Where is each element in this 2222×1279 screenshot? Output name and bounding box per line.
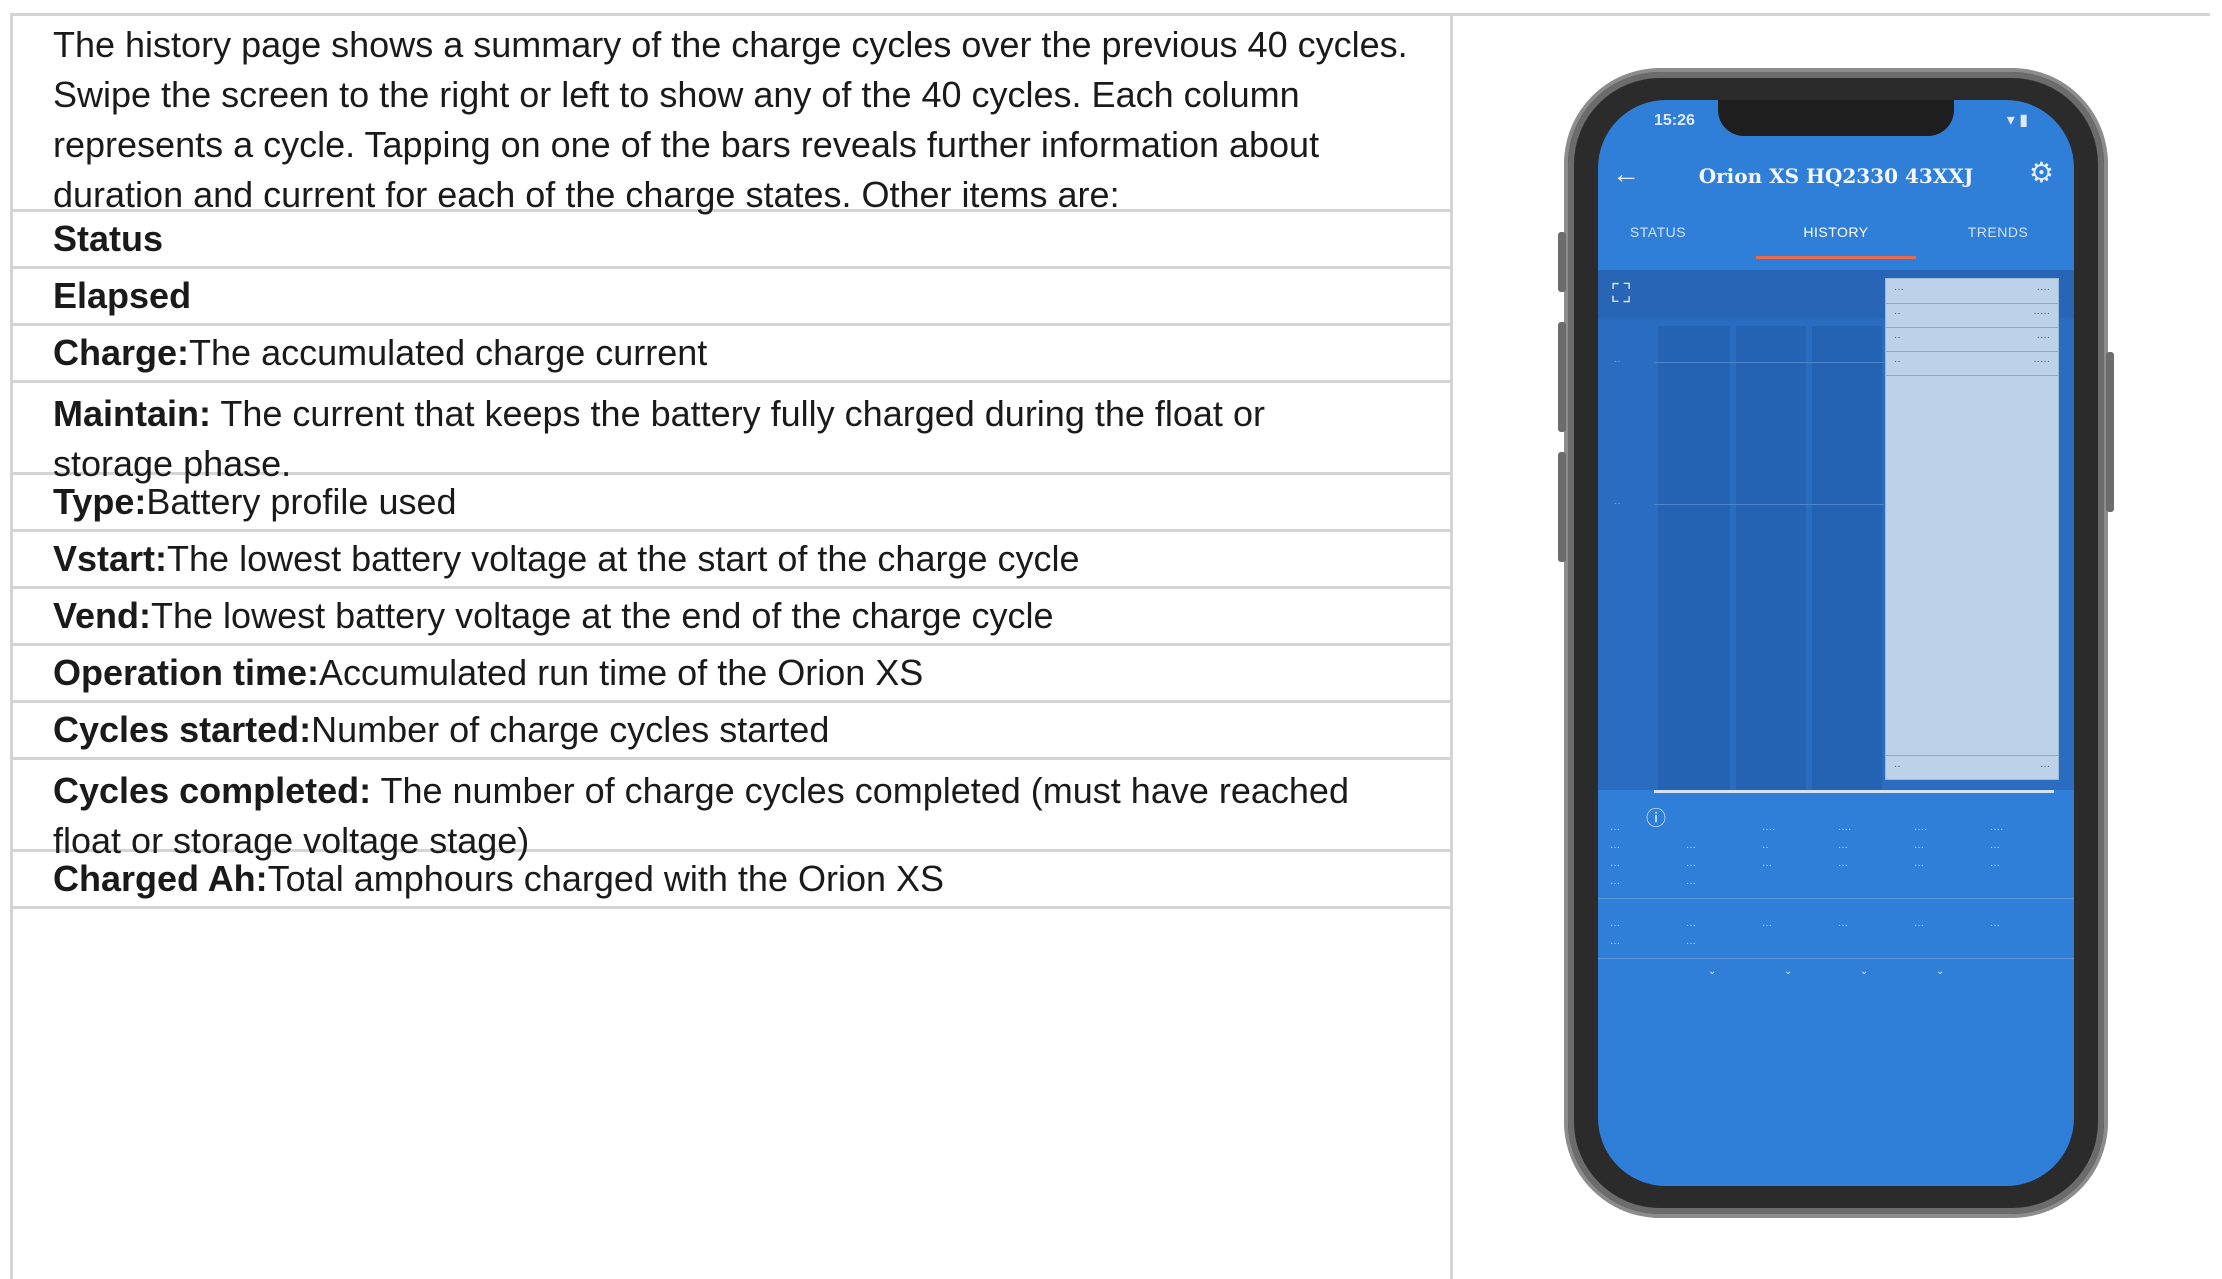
item-desc: The lowest battery voltage at the end of… — [151, 595, 1054, 636]
chevron-down-icon[interactable]: ⌄ — [1936, 966, 1944, 977]
chevron-down-icon[interactable]: ⌄ — [1784, 966, 1792, 977]
item-term: Cycles completed: — [53, 770, 372, 811]
info-icon[interactable]: ⓘ — [1646, 802, 1666, 831]
summary-cell: ··· — [1610, 860, 1620, 871]
y-tick: ·· — [1614, 356, 1621, 367]
item-term: Maintain: — [53, 393, 211, 434]
tooltip-row: ·· ···· — [1886, 327, 2058, 352]
fullscreen-icon[interactable]: ⛶ — [1612, 278, 1630, 310]
app-title: Orion XS HQ2330 43XXJ — [1698, 164, 1974, 188]
wifi-battery-icon: ▾ ▮ — [2006, 112, 2028, 129]
item-term: Charge: — [53, 332, 190, 373]
item-row-charge: Charge: The accumulated charge current — [13, 326, 1453, 383]
tooltip-row: ······· — [1886, 279, 2058, 304]
tooltip-row: ······· — [1886, 351, 2058, 376]
summary-cell: ··· — [1990, 920, 2000, 931]
tab-history[interactable]: HISTORY — [1776, 224, 1896, 240]
tooltip-row: ·· ··· — [1886, 755, 2058, 780]
phone-mockup: 15:26 ▾ ▮ ← Orion XS HQ2330 43XXJ ⚙ STAT… — [1558, 72, 2114, 1214]
cycle-column[interactable] — [1736, 326, 1806, 790]
summary-cell: ··· — [1686, 938, 1696, 949]
tooltip-row: ······· — [1886, 303, 2058, 328]
cycle-column[interactable] — [1658, 326, 1730, 790]
summary-cell: ··· — [1686, 878, 1696, 889]
item-term: Type: — [53, 481, 147, 522]
summary-cell: ··· — [1610, 878, 1620, 889]
summary-cell: ··· — [1838, 860, 1848, 871]
intro-row: The history page shows a summary of the … — [13, 16, 1453, 215]
item-term: Charged Ah: — [53, 858, 268, 899]
app-tabs: STATUS HISTORY TRENDS — [1598, 212, 2074, 256]
item-row-operation-time: Operation time: Accumulated run time of … — [13, 646, 1453, 703]
chevron-down-icon[interactable]: ⌄ — [1708, 966, 1716, 977]
item-row-elapsed: Elapsed — [13, 269, 1453, 326]
item-term: Operation time: — [53, 652, 320, 693]
phone-notch — [1718, 100, 1954, 136]
item-row-cycles-started: Cycles started: Number of charge cycles … — [13, 703, 1453, 760]
chart-axis — [1654, 790, 2054, 793]
summary-divider — [1598, 958, 2074, 959]
grid-line — [1654, 362, 1884, 363]
summary-cell: ·· — [1762, 842, 1769, 853]
summary-cell: ··· — [1990, 860, 2000, 871]
item-desc: The accumulated charge current — [189, 332, 708, 373]
item-row-status: Status — [13, 212, 1453, 269]
grid-line — [1654, 504, 1884, 505]
item-desc: The lowest battery voltage at the start … — [167, 538, 1080, 579]
summary-cell: ···· — [1838, 824, 1852, 835]
chevron-down-icon[interactable]: ⌄ — [1860, 966, 1868, 977]
item-row-vstart: Vstart: The lowest battery voltage at th… — [13, 532, 1453, 589]
phone-screen: 15:26 ▾ ▮ ← Orion XS HQ2330 43XXJ ⚙ STAT… — [1598, 100, 2074, 1186]
description-column: The history page shows a summary of the … — [10, 16, 1453, 1279]
status-time: 15:26 — [1654, 112, 1695, 129]
summary-cell: ··· — [1610, 920, 1620, 931]
item-row-vend: Vend: The lowest battery voltage at the … — [13, 589, 1453, 646]
item-term: Vstart: — [53, 538, 168, 579]
summary-cell: ··· — [1610, 824, 1620, 835]
summary-cell: ··· — [1914, 920, 1924, 931]
summary-cell: ···· — [1762, 824, 1776, 835]
summary-cell: ··· — [1610, 842, 1620, 853]
summary-cell: ··· — [1762, 920, 1772, 931]
summary-cell: ··· — [1686, 860, 1696, 871]
summary-cell: ··· — [1838, 920, 1848, 931]
item-desc: Number of charge cycles started — [311, 709, 830, 750]
item-term: Vend: — [53, 595, 152, 636]
item-row-cycles-completed: Cycles completed: The number of charge c… — [13, 760, 1453, 861]
gear-icon[interactable]: ⚙ — [2029, 156, 2054, 189]
tab-status[interactable]: STATUS — [1598, 224, 1718, 240]
summary-cell: ··· — [1914, 842, 1924, 853]
phone-side-button — [1558, 322, 1566, 432]
active-tab-indicator — [1756, 256, 1916, 259]
item-desc: The current that keeps the battery fully… — [53, 393, 1265, 484]
y-tick: ·· — [1614, 498, 1621, 509]
item-desc: Accumulated run time of the Orion XS — [319, 652, 924, 693]
phone-side-button — [1558, 452, 1566, 562]
intro-text: The history page shows a summary of the … — [53, 24, 1408, 215]
summary-cell: ···· — [1914, 824, 1928, 835]
summary-cell: ··· — [1990, 842, 2000, 853]
summary-divider — [1598, 898, 2074, 899]
item-row-type: Type: Battery profile used — [13, 475, 1453, 532]
cycle-tooltip: ··· ···· ·· ····· ·· ···· ·· ····· ·· ··· — [1885, 278, 2059, 780]
item-row-charged-ah: Charged Ah: Total amphours charged with t… — [13, 852, 1453, 909]
phone-side-button — [1558, 232, 1566, 292]
summary-cell: ··· — [1686, 920, 1696, 931]
item-desc: Battery profile used — [146, 481, 457, 522]
phone-power-button — [2106, 352, 2114, 512]
summary-cell: ··· — [1686, 842, 1696, 853]
tab-trends[interactable]: TRENDS — [1938, 224, 2058, 240]
app-header: ← Orion XS HQ2330 43XXJ ⚙ — [1598, 150, 2074, 208]
item-term: Status — [53, 218, 164, 259]
summary-cell: ··· — [1838, 842, 1848, 853]
summary-cell: ···· — [1990, 824, 2004, 835]
item-row-maintain: Maintain: The current that keeps the bat… — [13, 383, 1453, 484]
summary-cell: ··· — [1914, 860, 1924, 871]
item-desc: Total amphours charged with the Orion XS — [267, 858, 945, 899]
summary-cell: ··· — [1762, 860, 1772, 871]
cycle-column[interactable] — [1812, 326, 1882, 790]
item-term: Elapsed — [53, 275, 192, 316]
item-term: Cycles started: — [53, 709, 312, 750]
summary-cell: ··· — [1610, 938, 1620, 949]
